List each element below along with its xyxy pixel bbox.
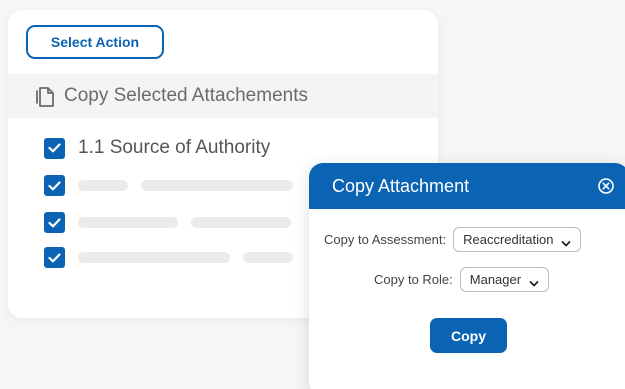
checkbox-checked[interactable] — [44, 137, 65, 159]
copy-selected-attachments-label: Copy Selected Attachements — [64, 85, 308, 106]
assessment-label: Copy to Assessment: — [324, 232, 447, 247]
list-item[interactable] — [44, 175, 293, 196]
copy-button[interactable]: Copy — [430, 318, 507, 353]
checkbox-checked[interactable] — [44, 212, 65, 233]
dialog-header: Copy Attachment — [309, 163, 625, 209]
close-icon[interactable] — [597, 177, 615, 195]
placeholder-bar — [191, 217, 291, 228]
assessment-field: Copy to Assessment: Reaccreditation — [324, 227, 582, 252]
placeholder-bar — [78, 180, 128, 191]
placeholder-bar — [78, 217, 178, 228]
role-select[interactable]: Manager — [459, 267, 550, 292]
placeholder-bar — [141, 180, 293, 191]
assessment-select[interactable]: Reaccreditation — [453, 227, 582, 252]
chevron-down-icon — [561, 236, 571, 246]
dialog-title: Copy Attachment — [332, 175, 470, 196]
copy-attachment-dialog: Copy Attachment Copy to Assessment: Reac… — [309, 163, 625, 389]
role-label: Copy to Role: — [374, 272, 453, 287]
list-item[interactable] — [44, 247, 293, 268]
list-item[interactable] — [44, 212, 291, 233]
placeholder-bar — [78, 252, 230, 263]
copy-document-icon — [34, 84, 56, 108]
copy-selected-attachments-bar[interactable]: Copy Selected Attachements — [8, 74, 438, 118]
role-select-value: Manager — [469, 272, 522, 287]
checkbox-checked[interactable] — [44, 247, 65, 268]
chevron-down-icon — [529, 276, 539, 286]
list-item-label: 1.1 Source of Authority — [78, 137, 271, 158]
list-item[interactable]: 1.1 Source of Authority — [44, 137, 270, 159]
role-field: Copy to Role: Manager — [374, 267, 550, 292]
select-action-button[interactable]: Select Action — [26, 25, 164, 59]
placeholder-bar — [243, 252, 293, 263]
checkbox-checked[interactable] — [44, 175, 65, 196]
assessment-select-value: Reaccreditation — [463, 232, 554, 247]
